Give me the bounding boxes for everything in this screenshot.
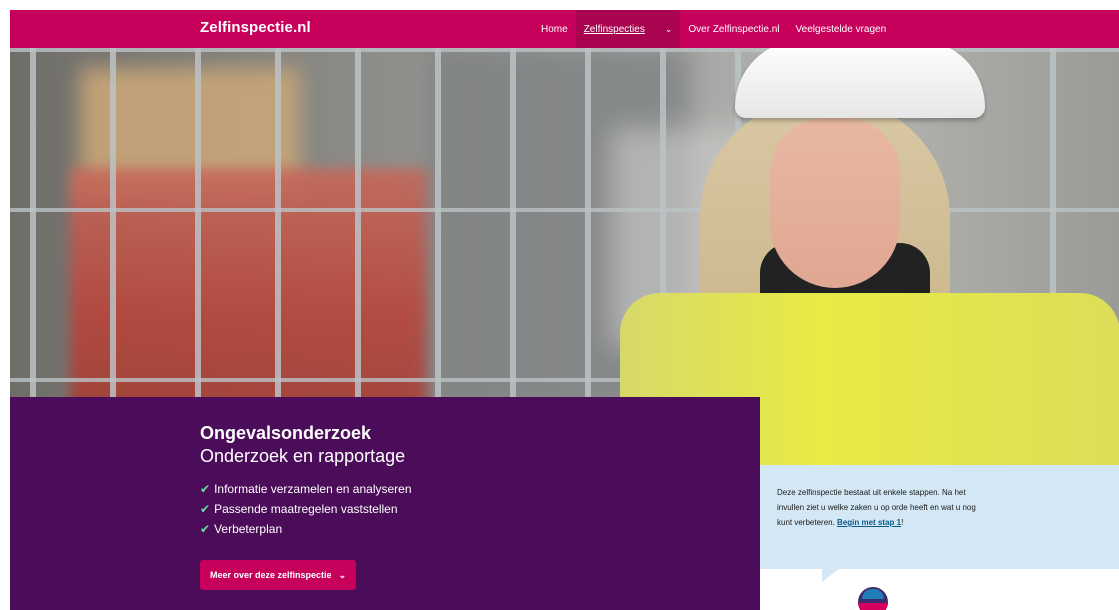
nav-item-label: Veelgestelde vragen	[795, 23, 887, 35]
check-icon: ✔	[200, 522, 211, 536]
nav-item-home[interactable]: Home	[533, 10, 576, 48]
speech-bubble-tail	[822, 568, 840, 582]
avatar-cap	[862, 589, 884, 599]
page-title: Ongevalsonderzoek	[200, 423, 372, 443]
list-item: ✔ Verbeterplan	[200, 519, 412, 539]
nav-dropdown-toggle[interactable]: ⌄	[652, 10, 681, 48]
page-subtitle: Onderzoek en rapportage	[200, 446, 406, 466]
main-nav: Home Zelfinspecties ⌄ Over Zelfinspectie…	[533, 10, 894, 48]
info-suffix: !	[901, 518, 904, 527]
check-icon: ✔	[200, 502, 211, 516]
list-item: ✔ Passende maatregelen vaststellen	[200, 499, 412, 519]
nav-item-label: Over Zelfinspectie.nl	[688, 23, 780, 35]
nav-item-zelfinspecties[interactable]: Zelfinspecties	[575, 10, 653, 48]
list-item-label: Passende maatregelen vaststellen	[214, 502, 398, 516]
top-navbar: Zelfinspectie.nl Home Zelfinspecties ⌄ O…	[10, 10, 1119, 48]
check-icon: ✔	[200, 482, 211, 496]
list-item-label: Informatie verzamelen en analyseren	[214, 482, 412, 496]
steps-info-box: Deze zelfinspectie bestaat uit enkele st…	[760, 465, 1119, 569]
site-logo[interactable]: Zelfinspectie.nl	[200, 19, 311, 36]
nav-item-over[interactable]: Over Zelfinspectie.nl	[680, 10, 787, 48]
more-info-button[interactable]: Meer over deze zelfinspectie ⌄	[200, 560, 357, 590]
nav-item-faq[interactable]: Veelgestelde vragen	[788, 10, 895, 48]
nav-item-label: Zelfinspecties	[583, 23, 645, 35]
hard-hat	[735, 48, 985, 118]
list-item: ✔ Informatie verzamelen en analyseren	[200, 479, 412, 499]
person-face	[770, 118, 900, 288]
avatar	[858, 587, 888, 610]
intro-content: Ongevalsonderzoek Onderzoek en rapportag…	[200, 422, 412, 590]
list-item-label: Verbeterplan	[214, 522, 283, 536]
chevron-down-icon: ⌄	[664, 23, 673, 34]
begin-step-1-link[interactable]: Begin met stap 1	[837, 518, 901, 527]
more-info-button-label: Meer over deze zelfinspectie	[210, 570, 332, 580]
chevron-down-icon: ⌄	[338, 569, 347, 580]
avatar-shirt	[858, 603, 888, 610]
nav-item-label: Home	[541, 23, 568, 35]
steps-info-text: Deze zelfinspectie bestaat uit enkele st…	[777, 485, 977, 530]
feature-list: ✔ Informatie verzamelen en analyseren ✔ …	[200, 479, 412, 539]
intro-panel: Ongevalsonderzoek Onderzoek en rapportag…	[10, 397, 760, 610]
